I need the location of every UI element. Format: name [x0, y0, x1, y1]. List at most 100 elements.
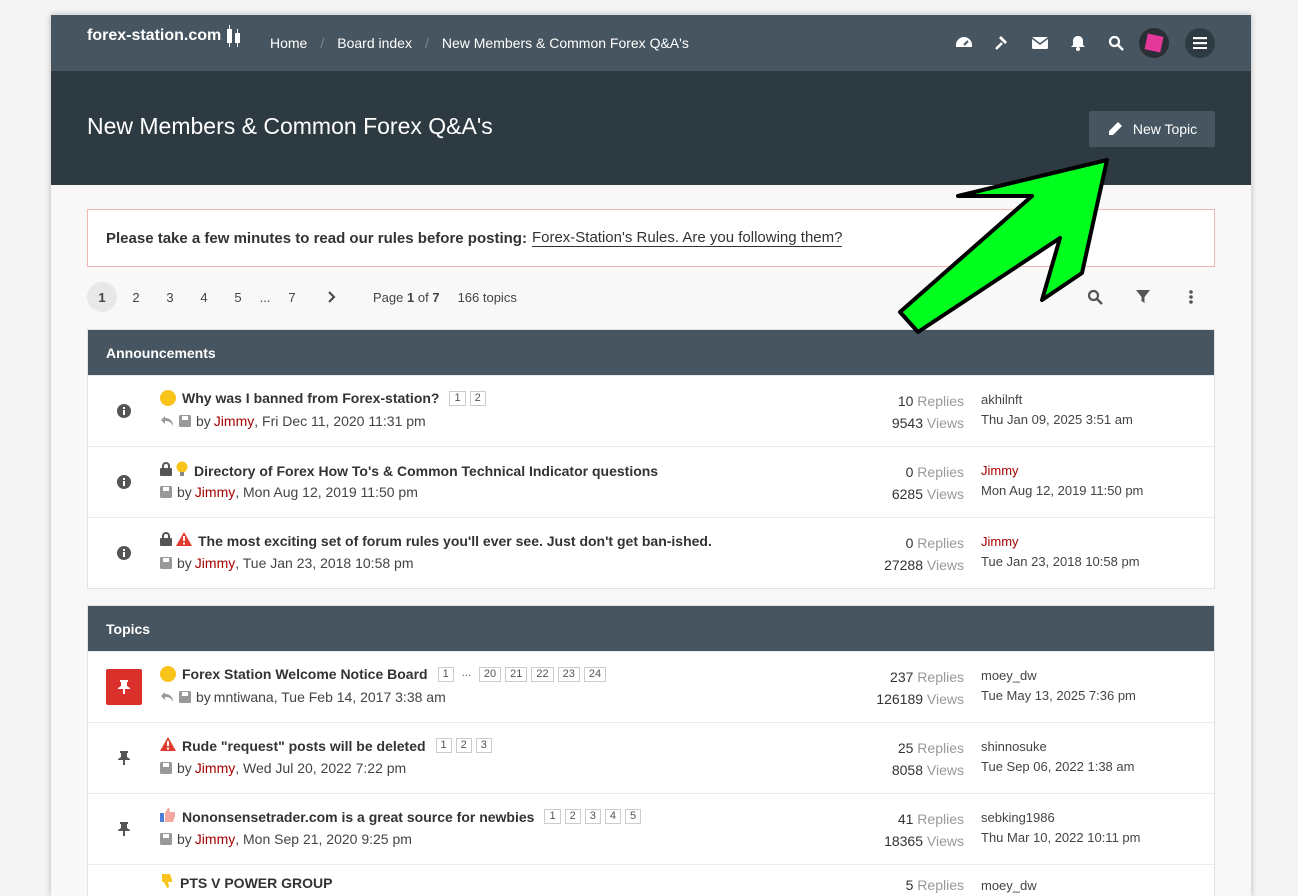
last-post-date[interactable]: Tue Sep 06, 2022 1:38 am — [981, 757, 1134, 777]
reply-icon — [160, 691, 174, 703]
topics-heading: Topics — [88, 606, 1214, 651]
by-label: by — [177, 484, 192, 500]
topic-page-link[interactable]: 1 — [437, 666, 454, 682]
table-row: The most exciting set of forum rules you… — [88, 517, 1214, 588]
menu-icon[interactable] — [1185, 28, 1215, 58]
last-post-date[interactable]: Thu Mar 10, 2022 10:11 pm — [981, 828, 1140, 848]
author-link[interactable]: Jimmy — [195, 831, 235, 847]
topic-page-link[interactable]: 23 — [557, 666, 580, 682]
topic-title[interactable]: The most exciting set of forum rules you… — [198, 533, 712, 549]
search-icon[interactable] — [1097, 28, 1135, 58]
table-row: Why was I banned from Forex-station? 1 2… — [88, 375, 1214, 446]
topics-block: Topics Forex Station Welcome Notice Boar… — [87, 605, 1215, 896]
topic-stats: 5 Replies — [905, 877, 964, 893]
topic-page-ellipsis: ... — [461, 666, 471, 679]
topic-title[interactable]: Directory of Forex How To's & Common Tec… — [194, 463, 658, 479]
filter-icon[interactable] — [1119, 282, 1167, 312]
topic-page-link[interactable]: 1 — [449, 390, 466, 406]
info-icon — [106, 464, 142, 500]
topic-page-link[interactable]: 3 — [584, 809, 601, 824]
last-post: moey_dw Tue May 13, 2025 7:36 pm — [981, 666, 1136, 706]
author-link[interactable]: Jimmy — [195, 760, 235, 776]
table-row: PTS V POWER GROUP 5 Replies moey_dw — [88, 864, 1214, 896]
topic-page-link[interactable]: 1 — [435, 738, 452, 753]
last-post: shinnosuke Tue Sep 06, 2022 1:38 am — [981, 737, 1134, 777]
topic-stats: 41 Replies 18365 Views — [884, 811, 964, 849]
page-link-5[interactable]: 5 — [223, 282, 253, 312]
warning-icon — [176, 532, 192, 549]
last-post-user[interactable]: Jimmy — [981, 532, 1140, 552]
topic-title[interactable]: Nononsensetrader.com is a great source f… — [182, 809, 534, 825]
rules-link[interactable]: Forex-Station's Rules. Are you following… — [531, 229, 843, 247]
nav-icons — [945, 28, 1215, 58]
angry-face-icon — [160, 390, 176, 406]
dashboard-icon[interactable] — [945, 28, 983, 58]
topic-page-link[interactable]: 20 — [478, 666, 502, 682]
last-post-date[interactable]: Tue Jan 23, 2018 10:58 pm — [981, 552, 1140, 572]
topic-page-link[interactable]: 2 — [469, 390, 486, 406]
save-icon — [160, 833, 172, 845]
last-post-date[interactable]: Mon Aug 12, 2019 11:50 pm — [981, 481, 1143, 501]
table-row: Directory of Forex How To's & Common Tec… — [88, 446, 1214, 517]
author-link[interactable]: Jimmy — [214, 413, 254, 429]
page-link-2[interactable]: 2 — [121, 282, 151, 312]
breadcrumb-board-index[interactable]: Board index — [337, 35, 412, 51]
breadcrumb-forum[interactable]: New Members & Common Forex Q&A's — [442, 35, 689, 51]
breadcrumb: Home / Board index / New Members & Commo… — [270, 35, 689, 51]
envelope-icon[interactable] — [1021, 28, 1059, 58]
topic-page-link[interactable]: 4 — [604, 809, 621, 824]
topic-page-link[interactable]: 1 — [544, 809, 561, 824]
info-icon — [106, 393, 142, 429]
table-row: Rude "request" posts will be deleted 1 2… — [88, 722, 1214, 793]
topic-page-link[interactable]: 21 — [505, 666, 528, 682]
last-post-user[interactable]: shinnosuke — [981, 737, 1134, 757]
last-post-date[interactable]: Tue May 13, 2025 7:36 pm — [981, 686, 1136, 706]
breadcrumb-separator: / — [320, 35, 325, 51]
post-date: , Fri Dec 11, 2020 11:31 pm — [254, 413, 426, 429]
save-icon — [160, 557, 172, 569]
page-ellipsis: ... — [259, 289, 271, 305]
author-link[interactable]: Jimmy — [195, 484, 235, 500]
topic-page-link[interactable]: 24 — [583, 666, 607, 682]
topic-page-link[interactable]: 5 — [624, 809, 642, 824]
search-forum-icon[interactable] — [1071, 282, 1119, 312]
chevron-right-icon[interactable] — [317, 282, 347, 312]
hammer-icon[interactable] — [983, 28, 1021, 58]
topic-pages: 1 ... 20 21 22 23 24 — [437, 666, 607, 682]
post-date: , Mon Aug 12, 2019 11:50 pm — [235, 484, 418, 500]
last-post-user[interactable]: Jimmy — [981, 461, 1143, 481]
breadcrumb-home[interactable]: Home — [270, 35, 307, 51]
topic-page-link[interactable]: 3 — [475, 738, 492, 753]
new-topic-button[interactable]: New Topic — [1089, 111, 1215, 147]
topic-page-link[interactable]: 2 — [564, 809, 581, 824]
page-link-3[interactable]: 3 — [155, 282, 185, 312]
topic-title[interactable]: Forex Station Welcome Notice Board — [182, 666, 428, 682]
author-link[interactable]: mntiwana — [214, 689, 274, 705]
reply-icon — [160, 415, 174, 427]
author-link[interactable]: Jimmy — [195, 555, 235, 571]
by-label: by — [196, 413, 211, 429]
save-icon — [160, 486, 172, 498]
pin-icon — [106, 740, 142, 776]
page-link-1[interactable]: 1 — [87, 282, 117, 312]
site-logo[interactable]: forex-station.com — [87, 25, 241, 47]
post-date: , Mon Sep 21, 2020 9:25 pm — [235, 831, 412, 847]
bell-icon[interactable] — [1059, 28, 1097, 58]
last-post-user[interactable]: akhilnft — [981, 390, 1133, 410]
topic-title[interactable]: PTS V POWER GROUP — [180, 875, 332, 891]
last-post-user[interactable]: sebking1986 — [981, 808, 1140, 828]
last-post-user[interactable]: moey_dw — [981, 666, 1136, 686]
last-post-date[interactable]: Thu Jan 09, 2025 3:51 am — [981, 410, 1133, 430]
logo-text[interactable]: forex-station.com — [87, 27, 221, 45]
more-options-icon[interactable] — [1167, 282, 1215, 312]
page-link-last[interactable]: 7 — [277, 282, 307, 312]
topic-title[interactable]: Rude "request" posts will be deleted — [182, 738, 426, 754]
user-avatar[interactable] — [1139, 28, 1169, 58]
tongue-face-icon — [160, 666, 176, 682]
topic-page-link[interactable]: 2 — [455, 738, 472, 753]
last-post-user[interactable]: moey_dw — [981, 876, 1037, 896]
lock-icon — [160, 462, 172, 479]
topic-title[interactable]: Why was I banned from Forex-station? — [182, 390, 439, 406]
topic-page-link[interactable]: 22 — [531, 666, 554, 682]
page-link-4[interactable]: 4 — [189, 282, 219, 312]
